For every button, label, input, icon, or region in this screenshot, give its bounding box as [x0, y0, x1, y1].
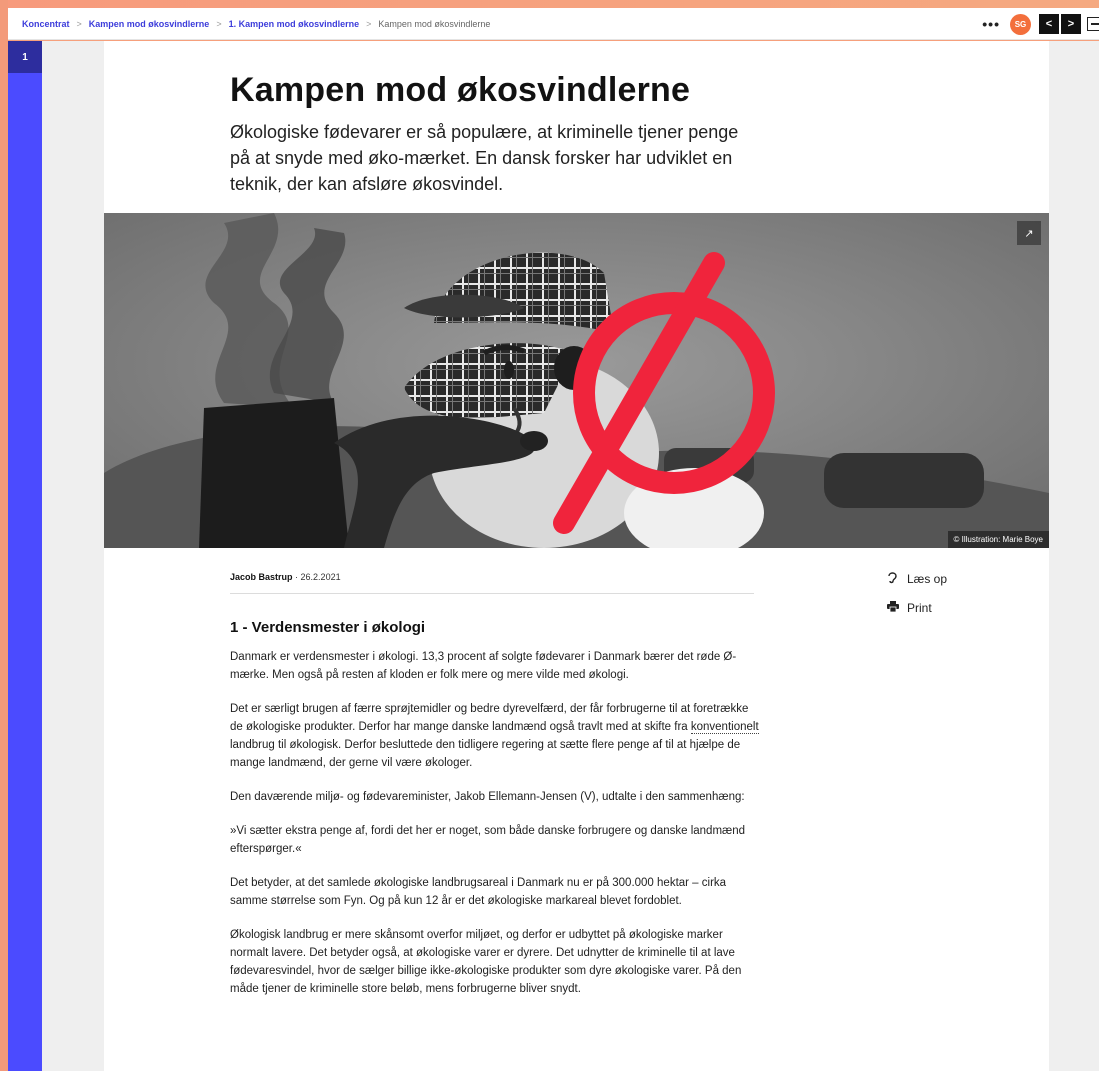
article-body: 1 - Verdensmester i økologi Danmark er v… — [230, 619, 760, 1014]
image-credit: © Illustration: Marie Boye — [947, 531, 1049, 548]
article-page: Kampen mod økosvindlerne Økologiske føde… — [104, 41, 1049, 1071]
top-bar: Koncentrat > Kampen mod økosvindlerne > … — [8, 8, 1099, 40]
print-label: Print — [907, 601, 932, 615]
breadcrumb: Koncentrat > Kampen mod økosvindlerne > … — [22, 19, 490, 29]
chevron-right-icon: > — [366, 18, 372, 29]
topbar-actions: ••• SG < > — [982, 8, 1099, 40]
article-lead: Økologiske fødevarer er så populære, at … — [230, 122, 739, 194]
article-actions: Læs op Print — [887, 571, 947, 629]
ear-icon — [887, 571, 901, 587]
section-heading: 1 - Verdensmester i økologi — [230, 619, 426, 636]
previous-page-button[interactable]: < — [1039, 14, 1059, 34]
section-rail: 1 — [8, 41, 42, 1071]
avatar[interactable]: SG — [1010, 13, 1031, 35]
paragraph: Den daværende miljø- og fødevareminister… — [230, 791, 745, 803]
paragraph-text: Det er særligt brugen af færre sprøjtemi… — [230, 703, 749, 733]
printer-icon — [887, 601, 901, 615]
article-meta: Jacob Bastrup · 26.2.2021 — [230, 572, 341, 582]
exit-icon[interactable] — [1087, 17, 1099, 31]
author-name: Jacob Bastrup — [230, 572, 293, 582]
paragraph: Danmark er verdensmester i økologi. 13,3… — [230, 651, 737, 681]
publish-date: · 26.2.2021 — [295, 572, 341, 582]
page-title: Kampen mod økosvindlerne — [230, 71, 691, 109]
paragraph: Det betyder, at det samlede økologiske l… — [230, 877, 727, 907]
breadcrumb-topic[interactable]: Kampen mod økosvindlerne — [89, 19, 210, 29]
paragraph-text: landbrug til økologisk. Derfor beslutted… — [230, 739, 741, 769]
glossary-term-link[interactable]: konventionelt — [690, 721, 759, 734]
detective-illustration — [104, 213, 1049, 548]
more-options-icon[interactable]: ••• — [982, 16, 1000, 32]
frame-top — [0, 0, 1099, 8]
breadcrumb-current: Kampen mod økosvindlerne — [378, 18, 491, 29]
read-aloud-label: Læs op — [907, 572, 948, 586]
rail-item-1[interactable]: 1 — [8, 41, 42, 73]
next-page-button[interactable]: > — [1061, 14, 1081, 34]
print-button[interactable]: Print — [887, 601, 947, 615]
breadcrumb-chapter[interactable]: 1. Kampen mod økosvindlerne — [229, 19, 360, 29]
expand-image-icon[interactable]: ↗ — [1017, 221, 1041, 245]
paragraph: Økologisk landbrug er mere skånsomt over… — [230, 929, 742, 995]
frame-left — [0, 0, 8, 1071]
breadcrumb-koncentrat[interactable]: Koncentrat — [22, 19, 70, 29]
meta-divider — [230, 593, 754, 594]
chevron-right-icon: > — [76, 18, 82, 29]
chevron-right-icon: > — [216, 18, 222, 29]
quote-paragraph: »Vi sætter ekstra penge af, fordi det he… — [230, 825, 746, 855]
read-aloud-button[interactable]: Læs op — [887, 571, 947, 587]
paragraph: Det er særligt brugen af færre sprøjtemi… — [230, 700, 760, 772]
hero-illustration: ↗ © Illustration: Marie Boye — [104, 213, 1049, 548]
